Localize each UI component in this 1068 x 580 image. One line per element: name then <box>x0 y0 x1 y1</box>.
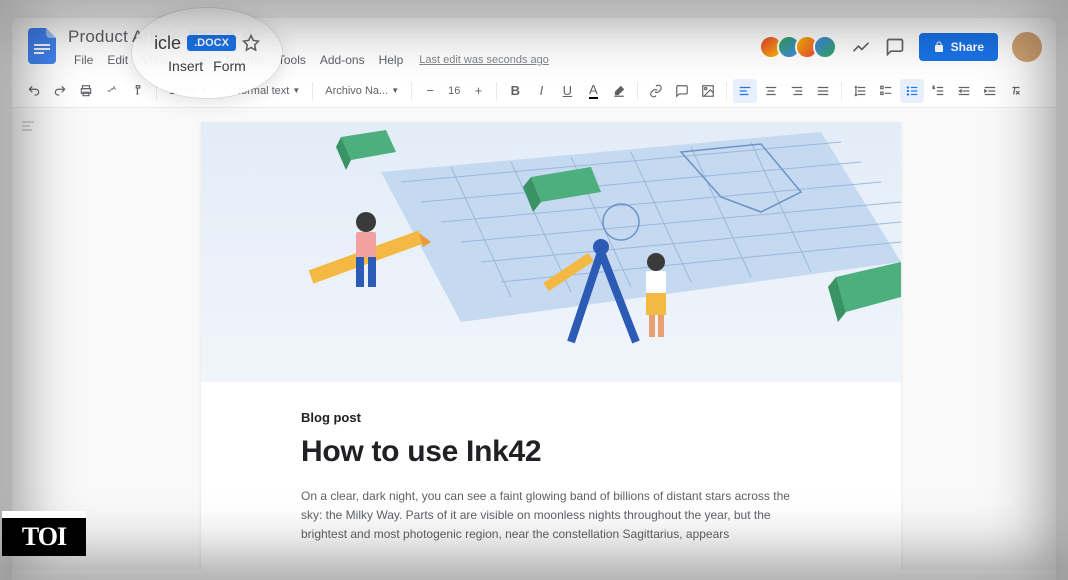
bold-button[interactable]: B <box>503 79 527 103</box>
align-right-button[interactable] <box>785 79 809 103</box>
font-size-increase[interactable]: + <box>466 79 490 103</box>
outline-icon <box>20 118 36 134</box>
comments-icon[interactable] <box>885 37 905 57</box>
post-label: Blog post <box>301 410 801 425</box>
profile-avatar[interactable] <box>1012 32 1042 62</box>
comment-button[interactable] <box>670 79 694 103</box>
text-color-button[interactable]: A <box>581 79 605 103</box>
activity-icon[interactable] <box>851 37 871 57</box>
separator <box>411 82 412 100</box>
toi-watermark: TOI <box>2 511 86 556</box>
lock-icon <box>933 41 945 53</box>
zoom-dropdown[interactable]: 100%▼ <box>163 79 214 103</box>
menu-file[interactable]: File <box>68 50 99 70</box>
toolbar: A 100%▼ Normal text▼ Archivo Na...▼ − 16… <box>12 74 1056 108</box>
align-justify-button[interactable] <box>811 79 835 103</box>
numbered-list-button[interactable]: 1 <box>926 79 950 103</box>
document-title[interactable]: Product Article <box>68 27 181 47</box>
share-label: Share <box>951 40 984 54</box>
separator <box>726 82 727 100</box>
page-canvas: Blog post How to use Ink42 On a clear, d… <box>46 108 1056 570</box>
separator <box>637 82 638 100</box>
outline-panel[interactable] <box>12 108 46 570</box>
separator <box>312 82 313 100</box>
indent-decrease-button[interactable] <box>952 79 976 103</box>
menu-format[interactable]: Format <box>220 50 270 70</box>
align-center-button[interactable] <box>759 79 783 103</box>
hero-illustration <box>201 122 901 382</box>
spellcheck-button[interactable]: A <box>100 79 124 103</box>
redo-button[interactable] <box>48 79 72 103</box>
document-page[interactable]: Blog post How to use Ink42 On a clear, d… <box>201 122 901 570</box>
separator <box>496 82 497 100</box>
separator <box>220 82 221 100</box>
green-block <box>336 130 396 170</box>
print-button[interactable] <box>74 79 98 103</box>
underline-button[interactable]: U <box>555 79 579 103</box>
menu-edit[interactable]: Edit <box>101 50 134 70</box>
green-block <box>828 262 901 322</box>
indent-increase-button[interactable] <box>978 79 1002 103</box>
highlight-button[interactable] <box>607 79 631 103</box>
svg-text:A: A <box>112 85 116 91</box>
last-edit-link[interactable]: Last edit was seconds ago <box>419 54 549 66</box>
post-body: Blog post How to use Ink42 On a clear, d… <box>201 382 901 545</box>
menu-insert[interactable]: Insert <box>176 50 218 70</box>
post-title: How to use Ink42 <box>301 435 801 469</box>
content-area: Blog post How to use Ink42 On a clear, d… <box>12 108 1056 570</box>
align-left-button[interactable] <box>733 79 757 103</box>
separator <box>156 82 157 100</box>
share-button[interactable]: Share <box>919 33 998 61</box>
font-dropdown[interactable]: Archivo Na...▼ <box>319 79 405 103</box>
header-right: Share <box>765 26 1042 62</box>
title-area: Product Article .DOCX File Edit View Ins… <box>68 26 755 70</box>
line-spacing-button[interactable] <box>848 79 872 103</box>
separator <box>841 82 842 100</box>
docx-badge: .DOCX <box>189 30 234 45</box>
blueprint-illustration <box>201 122 901 382</box>
menu-help[interactable]: Help <box>373 50 410 70</box>
header: Product Article .DOCX File Edit View Ins… <box>12 18 1056 70</box>
menu-bar: File Edit View Insert Format Tools Add-o… <box>68 50 755 70</box>
collaborator-avatar[interactable] <box>813 35 837 59</box>
post-text: On a clear, dark night, you can see a fa… <box>301 487 801 545</box>
clear-format-button[interactable] <box>1004 79 1028 103</box>
font-size[interactable]: 16 <box>444 79 464 103</box>
menu-addons[interactable]: Add-ons <box>314 50 371 70</box>
styles-dropdown[interactable]: Normal text▼ <box>227 79 306 103</box>
svg-text:1: 1 <box>933 85 935 89</box>
image-button[interactable] <box>696 79 720 103</box>
italic-button[interactable]: I <box>529 79 553 103</box>
link-button[interactable] <box>644 79 668 103</box>
toi-text: TOI <box>22 522 66 552</box>
google-docs-window: Product Article .DOCX File Edit View Ins… <box>12 18 1056 580</box>
font-size-decrease[interactable]: − <box>418 79 442 103</box>
menu-view[interactable]: View <box>136 50 174 70</box>
checklist-button[interactable] <box>874 79 898 103</box>
collaborator-avatars <box>765 35 837 59</box>
paint-format-button[interactable] <box>126 79 150 103</box>
bullet-list-button[interactable] <box>900 79 924 103</box>
undo-button[interactable] <box>22 79 46 103</box>
docs-logo[interactable] <box>26 26 58 66</box>
star-icon[interactable] <box>242 29 258 45</box>
menu-tools[interactable]: Tools <box>272 50 312 70</box>
